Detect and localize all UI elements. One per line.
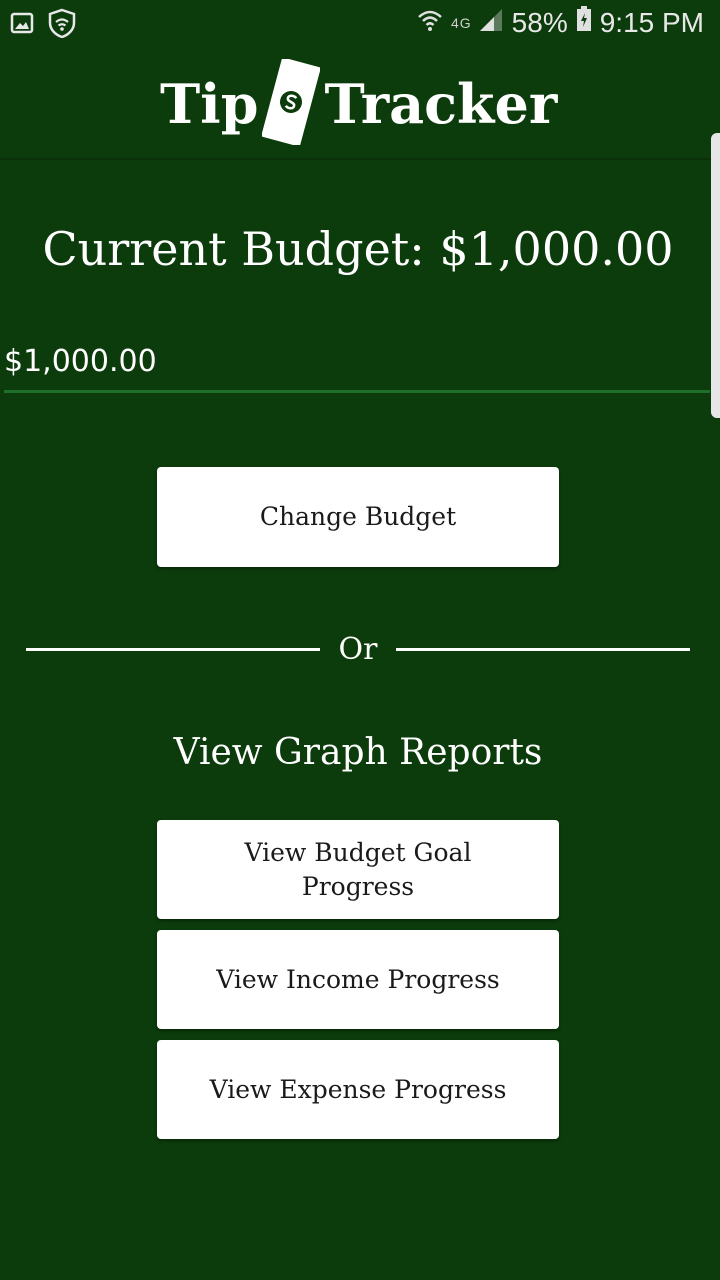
- network-type: 4G: [450, 14, 472, 31]
- shield-wifi-icon: [48, 8, 76, 42]
- status-left-icons: [10, 8, 76, 42]
- money-bill-icon: [261, 57, 322, 149]
- app-header: Tip Tracker: [0, 50, 720, 160]
- clock: 9:15 PM: [599, 6, 704, 38]
- budget-input[interactable]: $1,000.00: [4, 340, 710, 393]
- status-right-icons: 4G 58% 9:15 PM: [417, 6, 704, 39]
- view-expense-progress-button[interactable]: View Expense Progress: [157, 1040, 559, 1139]
- wifi-icon: [417, 7, 443, 39]
- change-budget-button[interactable]: Change Budget: [157, 467, 559, 567]
- battery-icon: [576, 6, 592, 39]
- divider-label: Or: [338, 632, 378, 667]
- graph-reports-heading: View Graph Reports: [173, 732, 543, 773]
- cell-signal-icon: [478, 7, 504, 39]
- divider-line-left: [26, 648, 320, 651]
- view-budget-goal-progress-button[interactable]: View Budget Goal Progress: [157, 820, 559, 919]
- or-divider: Or: [26, 630, 690, 670]
- gallery-icon: [10, 12, 34, 38]
- battery-percent: 58%: [511, 6, 568, 38]
- logo-text-right: Tracker: [324, 72, 558, 136]
- status-bar: 4G 58% 9:15 PM: [0, 0, 720, 50]
- view-income-progress-button[interactable]: View Income Progress: [157, 930, 559, 1029]
- budget-goal-label: View Budget Goal Progress: [244, 837, 472, 901]
- app-logo: Tip Tracker: [160, 57, 560, 150]
- logo-text-left: Tip: [160, 72, 259, 136]
- divider-line-right: [396, 648, 690, 651]
- current-budget-title: Current Budget: $1,000.00: [42, 222, 674, 276]
